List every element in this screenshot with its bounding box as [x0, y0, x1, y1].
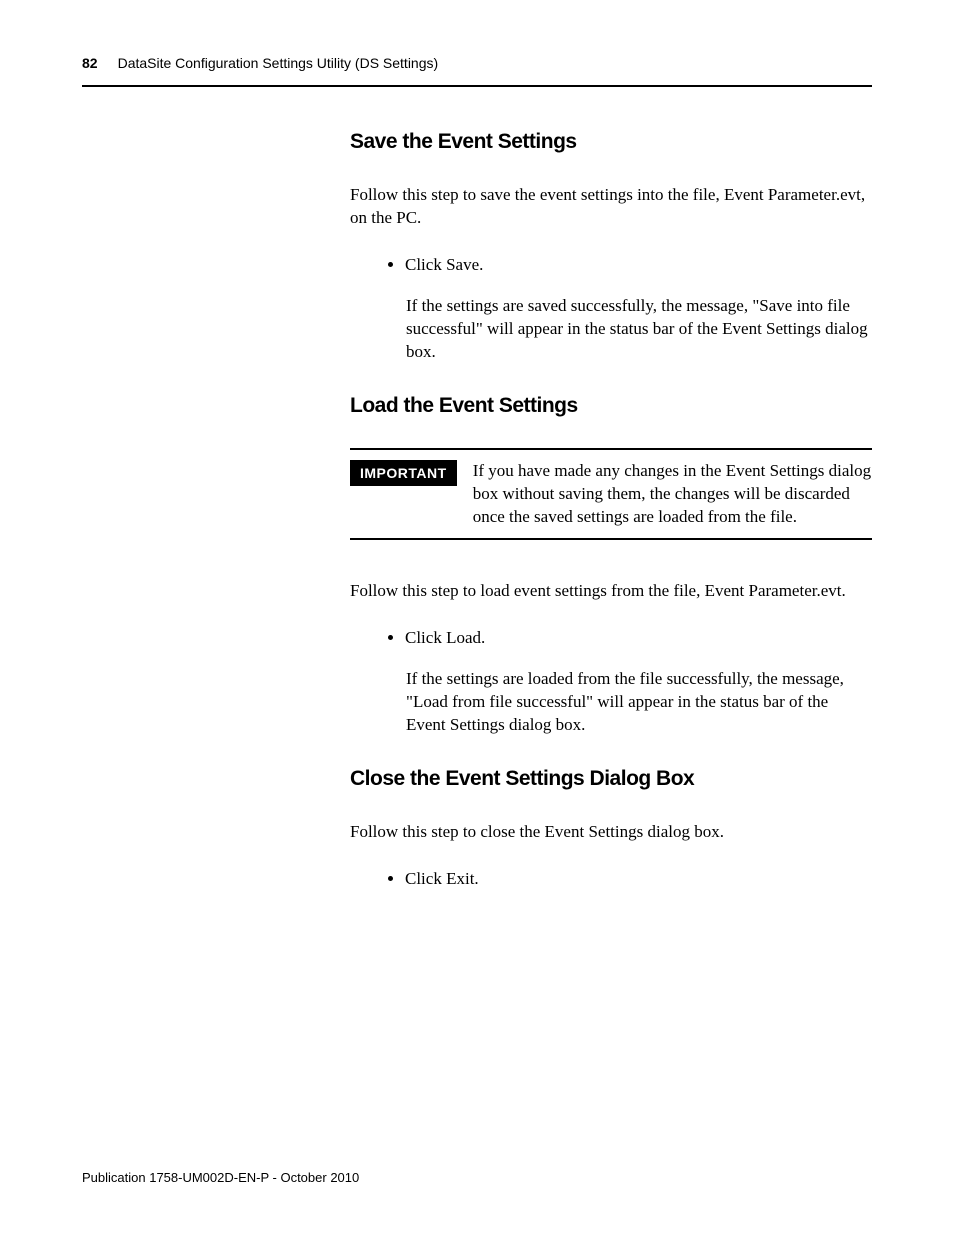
- page-footer: Publication 1758-UM002D-EN-P - October 2…: [82, 1170, 359, 1185]
- heading-save-event-settings: Save the Event Settings: [350, 130, 872, 154]
- callout-text-important: If you have made any changes in the Even…: [473, 460, 872, 529]
- page-number: 82: [82, 55, 98, 71]
- heading-close-event-settings: Close the Event Settings Dialog Box: [350, 767, 872, 791]
- list-close-step: Click Exit.: [350, 868, 872, 891]
- document-page: 82 DataSite Configuration Settings Utili…: [0, 0, 954, 1235]
- list-item-click-exit: Click Exit.: [405, 868, 872, 891]
- paragraph-load-result: If the settings are loaded from the file…: [406, 668, 872, 737]
- callout-important: IMPORTANT If you have made any changes i…: [350, 448, 872, 541]
- paragraph-save-result: If the settings are saved successfully, …: [406, 295, 872, 364]
- running-head: DataSite Configuration Settings Utility …: [118, 55, 439, 71]
- list-load-step: Click Load.: [350, 627, 872, 650]
- callout-tag-important: IMPORTANT: [350, 460, 457, 486]
- heading-load-event-settings: Load the Event Settings: [350, 394, 872, 418]
- paragraph-close-intro: Follow this step to close the Event Sett…: [350, 821, 872, 844]
- header-rule: [82, 85, 872, 87]
- list-item-click-save: Click Save.: [405, 254, 872, 277]
- publication-reference: Publication 1758-UM002D-EN-P - October 2…: [82, 1170, 359, 1185]
- paragraph-load-intro: Follow this step to load event settings …: [350, 580, 872, 603]
- page-header: 82 DataSite Configuration Settings Utili…: [82, 55, 872, 77]
- list-save-step: Click Save.: [350, 254, 872, 277]
- paragraph-save-intro: Follow this step to save the event setti…: [350, 184, 872, 230]
- main-content: Save the Event Settings Follow this step…: [350, 130, 872, 909]
- list-item-click-load: Click Load.: [405, 627, 872, 650]
